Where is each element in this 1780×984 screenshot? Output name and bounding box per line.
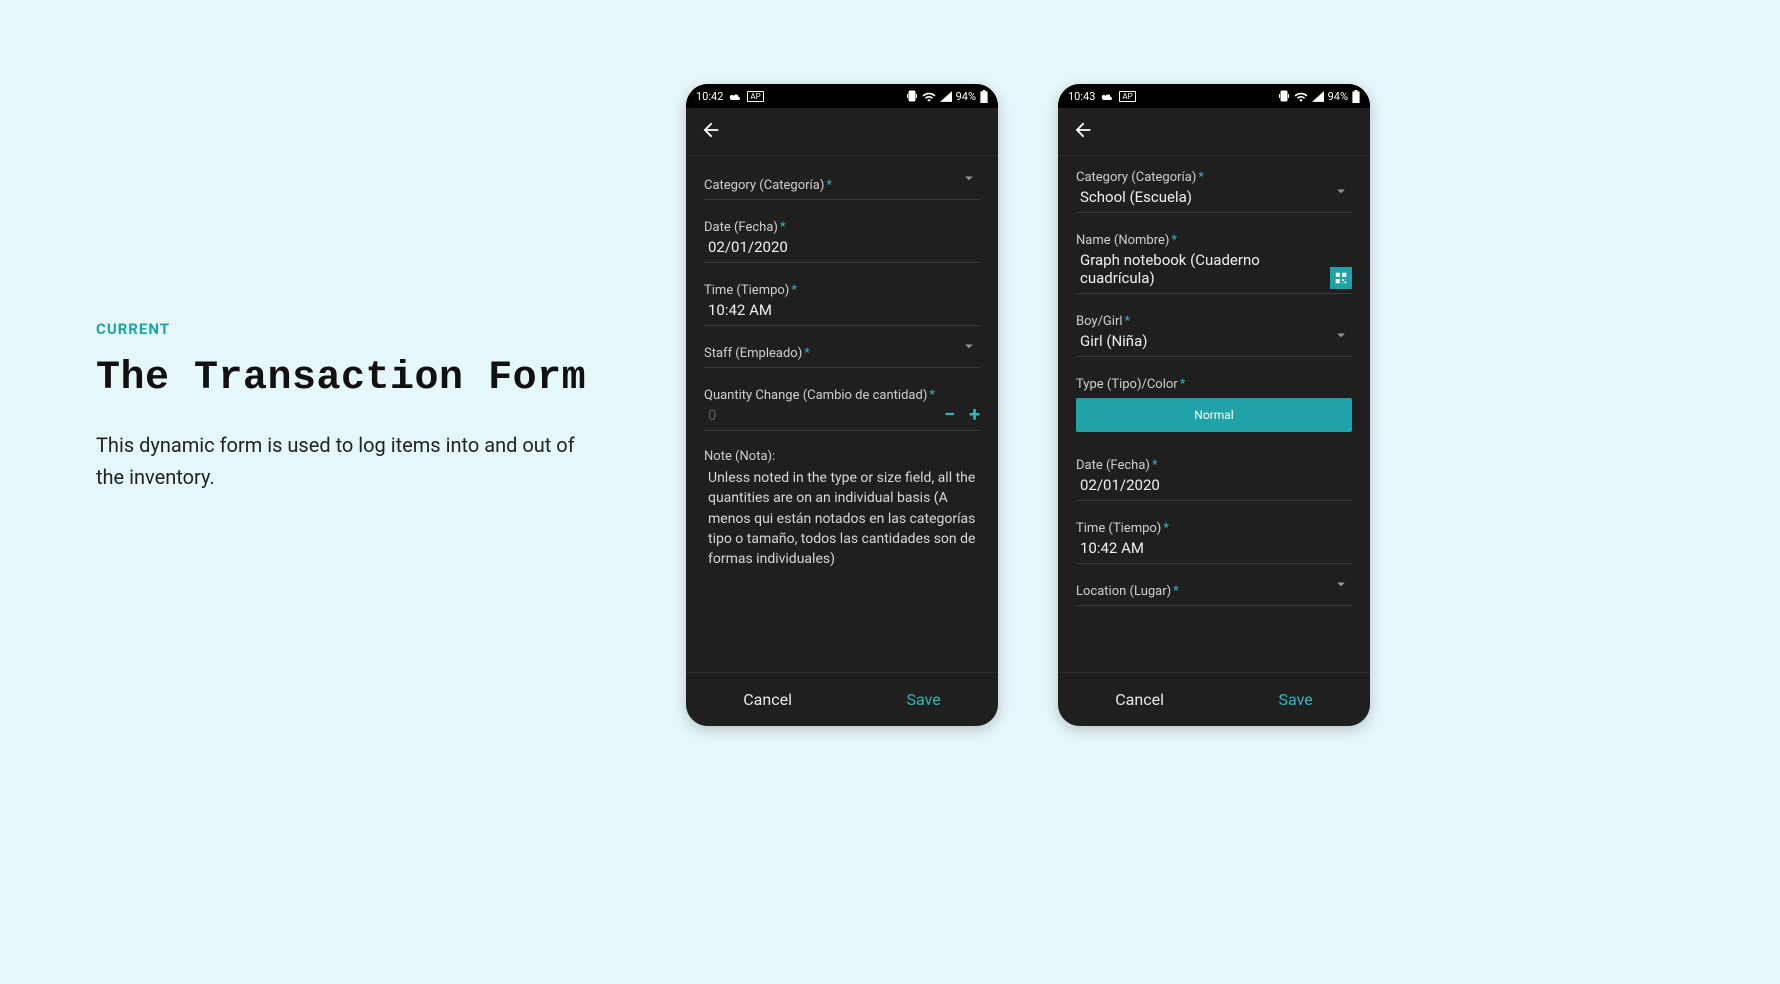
cloud-icon — [729, 90, 741, 103]
quantity-field[interactable]: Quantity Change (Cambio de cantidad)* 0 … — [704, 368, 980, 431]
category-value: School (Escuela) — [1076, 188, 1352, 206]
time-field[interactable]: Time (Tiempo)* 10:42 AM — [704, 263, 980, 326]
minus-icon[interactable]: − — [944, 404, 955, 424]
required-asterisk: * — [1198, 170, 1204, 185]
note-text: Unless noted in the type or size field, … — [704, 468, 980, 569]
phone-mockup-filled-form: 10:43 AP 94% Category (Categoría)* Schoo… — [1058, 84, 1370, 726]
typecolor-chip[interactable]: Normal — [1076, 398, 1352, 432]
phone-mockup-blank-form: 10:42 AP 94% Category (Categoría)* Date … — [686, 84, 998, 726]
battery-percent: 94% — [956, 90, 976, 103]
wifi-icon — [1294, 91, 1308, 102]
status-bar: 10:43 AP 94% — [1058, 84, 1370, 108]
required-asterisk: * — [826, 178, 832, 193]
back-icon[interactable] — [700, 119, 722, 145]
cancel-button[interactable]: Cancel — [743, 690, 792, 709]
date-label: Date (Fecha) — [1076, 458, 1150, 473]
app-bar — [1058, 108, 1370, 156]
page-subcopy: This dynamic form is used to log items i… — [96, 429, 596, 493]
app-bar — [686, 108, 998, 156]
required-asterisk: * — [1180, 377, 1186, 392]
required-asterisk: * — [1152, 458, 1158, 473]
status-clock: 10:42 — [696, 90, 723, 103]
typecolor-field: Type (Tipo)/Color* Normal — [1076, 357, 1352, 438]
description-column: CURRENT The Transaction Form This dynami… — [96, 320, 596, 493]
category-label: Category (Categoría) — [1076, 170, 1196, 185]
qr-scan-button[interactable] — [1330, 267, 1352, 289]
time-value: 10:42 AM — [704, 301, 980, 319]
location-field[interactable]: Location (Lugar)* — [1076, 564, 1352, 606]
eyebrow-label: CURRENT — [96, 320, 596, 338]
category-field[interactable]: Category (Categoría)* — [704, 158, 980, 200]
required-asterisk: * — [791, 283, 797, 298]
time-field[interactable]: Time (Tiempo)* 10:42 AM — [1076, 501, 1352, 564]
quantity-label: Quantity Change (Cambio de cantidad) — [704, 388, 927, 403]
staff-field[interactable]: Staff (Empleado)* — [704, 326, 980, 368]
ap-badge: AP — [747, 91, 763, 102]
vibrate-icon — [906, 90, 918, 102]
quantity-value: 0 — [704, 406, 980, 424]
location-label: Location (Lugar) — [1076, 584, 1171, 599]
battery-icon — [980, 90, 988, 103]
date-field[interactable]: Date (Fecha)* 02/01/2020 — [704, 200, 980, 263]
required-asterisk: * — [1163, 521, 1169, 536]
note-label: Note (Nota): — [704, 449, 980, 464]
staff-label: Staff (Empleado) — [704, 346, 802, 361]
ap-badge: AP — [1119, 91, 1135, 102]
wifi-icon — [922, 91, 936, 102]
chevron-down-icon — [1332, 182, 1350, 204]
name-field[interactable]: Name (Nombre)* Graph notebook (Cuaderno … — [1076, 213, 1352, 294]
footer-bar: Cancel Save — [1058, 672, 1370, 726]
cancel-button[interactable]: Cancel — [1115, 690, 1164, 709]
required-asterisk: * — [780, 220, 786, 235]
boygirl-value: Girl (Niña) — [1076, 332, 1352, 350]
signal-icon — [1312, 91, 1324, 102]
chevron-down-icon — [1332, 326, 1350, 348]
time-value: 10:42 AM — [1076, 539, 1352, 557]
back-icon[interactable] — [1072, 119, 1094, 145]
required-asterisk: * — [804, 346, 810, 361]
footer-bar: Cancel Save — [686, 672, 998, 726]
boygirl-label: Boy/Girl — [1076, 314, 1123, 329]
typecolor-label: Type (Tipo)/Color — [1076, 377, 1178, 392]
chevron-down-icon — [1332, 575, 1350, 597]
battery-icon — [1352, 90, 1360, 103]
boygirl-field[interactable]: Boy/Girl* Girl (Niña) — [1076, 294, 1352, 357]
time-label: Time (Tiempo) — [704, 283, 789, 298]
note-field[interactable]: Note (Nota): Unless noted in the type or… — [704, 431, 980, 569]
cloud-icon — [1101, 90, 1113, 103]
category-label: Category (Categoría) — [704, 178, 824, 193]
date-label: Date (Fecha) — [704, 220, 778, 235]
date-field[interactable]: Date (Fecha)* 02/01/2020 — [1076, 438, 1352, 501]
required-asterisk: * — [1125, 314, 1131, 329]
required-asterisk: * — [929, 388, 935, 403]
chevron-down-icon — [960, 337, 978, 359]
vibrate-icon — [1278, 90, 1290, 102]
date-value: 02/01/2020 — [704, 238, 980, 256]
name-label: Name (Nombre) — [1076, 233, 1169, 248]
form-body: Category (Categoría)* Date (Fecha)* 02/0… — [686, 156, 998, 672]
page-title: The Transaction Form — [96, 356, 596, 401]
form-body: Category (Categoría)* School (Escuela) N… — [1058, 156, 1370, 672]
category-field[interactable]: Category (Categoría)* School (Escuela) — [1076, 158, 1352, 213]
name-value: Graph notebook (Cuaderno cuadrícula) — [1076, 251, 1352, 287]
required-asterisk: * — [1171, 233, 1177, 248]
date-value: 02/01/2020 — [1076, 476, 1352, 494]
status-clock: 10:43 — [1068, 90, 1095, 103]
save-button[interactable]: Save — [1279, 690, 1313, 709]
time-label: Time (Tiempo) — [1076, 521, 1161, 536]
required-asterisk: * — [1173, 584, 1179, 599]
plus-icon[interactable]: + — [969, 404, 980, 424]
save-button[interactable]: Save — [907, 690, 941, 709]
status-bar: 10:42 AP 94% — [686, 84, 998, 108]
chevron-down-icon — [960, 169, 978, 191]
signal-icon — [940, 91, 952, 102]
battery-percent: 94% — [1328, 90, 1348, 103]
